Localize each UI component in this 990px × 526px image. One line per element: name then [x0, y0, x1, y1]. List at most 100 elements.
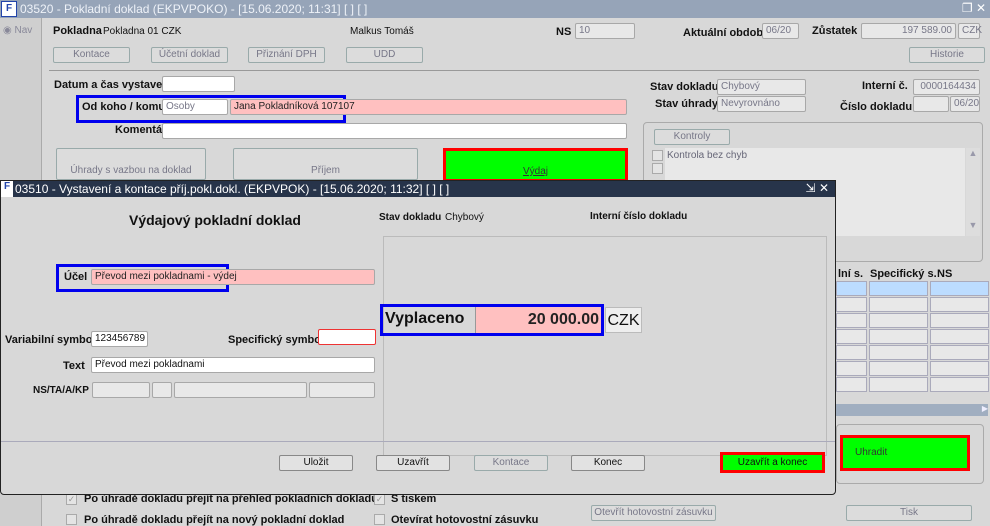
- vyplaceno-field[interactable]: 20 000.00: [475, 307, 601, 333]
- ss-field[interactable]: [318, 329, 376, 345]
- table-cell[interactable]: [836, 281, 867, 296]
- table-cell[interactable]: [836, 377, 867, 392]
- table-row[interactable]: [836, 281, 989, 296]
- user-name: Malkus Tomáš: [350, 26, 414, 37]
- table-cell[interactable]: [836, 329, 867, 344]
- uhradit-button[interactable]: Uhradit: [840, 435, 970, 471]
- dialog-divider: [1, 441, 835, 442]
- odkoho-type-field[interactable]: Osoby: [162, 99, 228, 115]
- vs-field[interactable]: 123456789: [91, 331, 148, 347]
- table-cell[interactable]: [930, 329, 989, 344]
- table-row[interactable]: [836, 313, 989, 328]
- ucel-field[interactable]: Převod mezi pokladnami - výdej: [91, 269, 375, 285]
- checkbox-tisk[interactable]: ✓: [374, 494, 385, 505]
- kp-field[interactable]: [309, 382, 375, 398]
- kontroly-button[interactable]: Kontroly: [654, 129, 730, 145]
- table-cell[interactable]: [869, 313, 928, 328]
- text-label: Text: [63, 360, 85, 372]
- priznani-dph-button[interactable]: Přiznání DPH: [248, 47, 325, 63]
- dialog-interni-label: Interní číslo dokladu: [590, 211, 688, 222]
- table-cell[interactable]: [836, 361, 867, 376]
- obdobi-label: Aktuální období: [683, 27, 767, 39]
- table-row[interactable]: [836, 297, 989, 312]
- text-field[interactable]: Převod mezi pokladnami: [91, 357, 375, 373]
- checkbox-zasuvka-label: Otevírat hotovostní zásuvku: [391, 514, 539, 526]
- a-field[interactable]: [174, 382, 307, 398]
- table-cell[interactable]: [869, 281, 928, 296]
- ss-label: Specifický symbol: [228, 334, 324, 346]
- table-cell[interactable]: [869, 329, 928, 344]
- currency-field: CZK: [605, 307, 642, 333]
- dialog-logo-icon: F: [1, 181, 13, 197]
- scroll-up-icon[interactable]: ▲: [966, 148, 980, 158]
- dialog-stav-value: Chybový: [445, 212, 484, 223]
- kontrola-checkbox[interactable]: [652, 150, 663, 161]
- table-cell[interactable]: [930, 297, 989, 312]
- amount-panel: [383, 236, 827, 456]
- close-icon[interactable]: ✕: [976, 1, 986, 15]
- table-cell[interactable]: [836, 297, 867, 312]
- table-cell[interactable]: [869, 361, 928, 376]
- restore-icon[interactable]: ❐: [962, 1, 973, 15]
- table-row[interactable]: [836, 345, 989, 360]
- checkbox-novy[interactable]: [66, 514, 77, 525]
- table-cell[interactable]: [869, 345, 928, 360]
- uzavrit-button[interactable]: Uzavřít: [376, 455, 450, 471]
- historie-button[interactable]: Historie: [909, 47, 985, 63]
- zustatek-currency: CZK: [958, 23, 982, 39]
- table-cell[interactable]: [930, 345, 989, 360]
- zasuvka-button[interactable]: Otevřít hotovostní zásuvku: [591, 505, 716, 521]
- stav-uhrady-label: Stav úhrady: [655, 98, 718, 110]
- checkbox-prehled[interactable]: ✓: [66, 494, 77, 505]
- kontace-button[interactable]: Kontace: [53, 47, 130, 63]
- app-logo-icon: F: [1, 1, 17, 17]
- dialog-stav-label: Stav dokladu: [379, 212, 442, 223]
- table-cell[interactable]: [930, 281, 989, 296]
- dialog-close-icon[interactable]: ✕: [819, 181, 829, 195]
- konec-button[interactable]: Konec: [571, 455, 645, 471]
- nav-icon: ◉: [3, 25, 12, 36]
- stav-dokladu-label: Stav dokladu: [650, 81, 719, 93]
- scroll-down-icon[interactable]: ▼: [966, 220, 980, 230]
- prijem-button[interactable]: Příjem: [233, 148, 418, 180]
- kontrola-checkbox[interactable]: [652, 163, 663, 174]
- table-cell[interactable]: [836, 313, 867, 328]
- ns-label: NS: [556, 26, 572, 38]
- tisk-button[interactable]: Tisk: [846, 505, 972, 521]
- ns-field[interactable]: [92, 382, 150, 398]
- komentar-field[interactable]: [162, 123, 627, 139]
- udd-button[interactable]: UDD: [346, 47, 423, 63]
- table-row[interactable]: [836, 329, 989, 344]
- vydaj-button[interactable]: Výdaj: [443, 148, 628, 182]
- obdobi-field[interactable]: 06/20: [762, 23, 799, 39]
- nav-button[interactable]: ◉ Nav: [3, 25, 32, 36]
- dialog-controls: ⇲ ✕: [806, 181, 829, 195]
- ucetni-doklad-button[interactable]: Účetní doklad: [151, 47, 228, 63]
- vyplaceno-label: Vyplaceno: [385, 310, 465, 327]
- table-cell[interactable]: [869, 377, 928, 392]
- ta-field[interactable]: [152, 382, 172, 398]
- table-cell[interactable]: [930, 361, 989, 376]
- table-row[interactable]: [836, 377, 989, 392]
- kontace-dialog-button[interactable]: Kontace: [474, 455, 548, 471]
- datum-field[interactable]: [162, 76, 235, 92]
- checkbox-zasuvka[interactable]: [374, 514, 385, 525]
- odkoho-field[interactable]: Jana Pokladníková 107107: [230, 99, 627, 115]
- uhrady-button[interactable]: Úhrady s vazbou na doklad: [56, 148, 206, 180]
- ulozit-button[interactable]: Uložit: [279, 455, 353, 471]
- kontrola-item: Kontrola bez chyb: [667, 150, 748, 161]
- uzavrit-konec-button[interactable]: Uzavřít a konec: [720, 452, 825, 473]
- table-cell[interactable]: [930, 377, 989, 392]
- pokladna-value: Pokladna 01 CZK: [103, 26, 182, 37]
- kontroly-scrollbar[interactable]: ▲ ▼: [966, 148, 980, 236]
- table-row[interactable]: [836, 361, 989, 376]
- zustatek-field: 197 589.00: [861, 23, 956, 39]
- table-hscrollbar[interactable]: ▶: [836, 404, 988, 416]
- table-cell[interactable]: [869, 297, 928, 312]
- vs-label: Variabilní symbol: [5, 334, 96, 346]
- ns-field[interactable]: 10: [575, 23, 635, 39]
- table-cell[interactable]: [836, 345, 867, 360]
- minimize-icon[interactable]: ⇲: [806, 181, 816, 195]
- checkbox-novy-label: Po úhradě dokladu přejít na nový pokladn…: [84, 514, 345, 526]
- table-cell[interactable]: [930, 313, 989, 328]
